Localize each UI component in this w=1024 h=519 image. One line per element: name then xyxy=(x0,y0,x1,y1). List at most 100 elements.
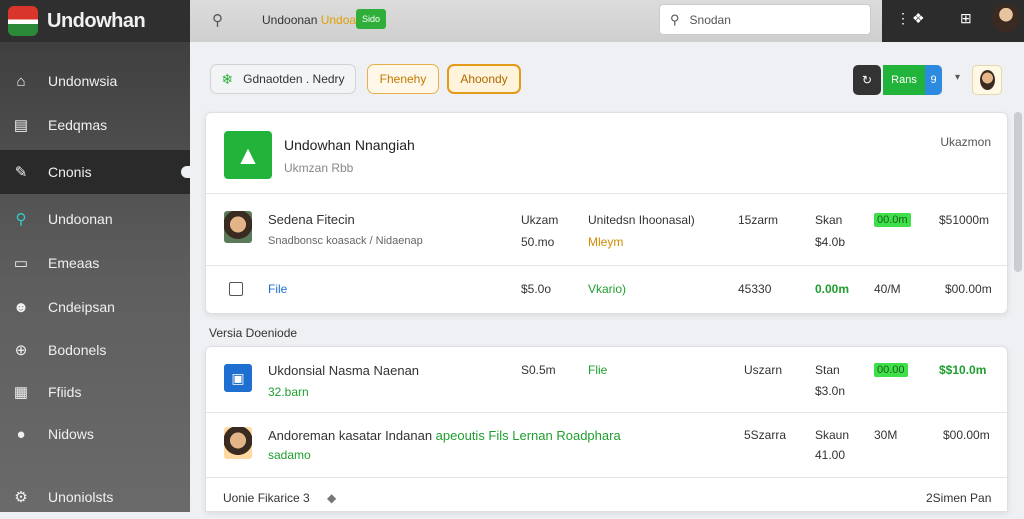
row-cell: 5Szarra xyxy=(744,428,787,442)
row-cell: Unitedsn Ihoonasal) xyxy=(588,213,695,227)
row-checkbox[interactable] xyxy=(229,282,243,296)
status-chip[interactable]: Sido xyxy=(356,9,386,29)
footer-right[interactable]: 2Simen Pan xyxy=(926,491,991,505)
row-cell: 0.00m xyxy=(815,282,850,296)
row-cell: $4.0b xyxy=(815,235,846,249)
row-desc: Snadbonsc koasack / Nidaenap xyxy=(268,235,423,247)
active-indicator xyxy=(181,166,190,178)
badge-text: 00.0m xyxy=(874,213,911,227)
row-name[interactable]: File xyxy=(268,282,287,296)
tab-fhenehy[interactable]: Fhenehy xyxy=(367,64,439,94)
plus-circle-icon: ⊕ xyxy=(14,342,28,359)
scrollbar[interactable] xyxy=(1014,112,1022,272)
row-name: Sedena Fitecin xyxy=(268,212,355,227)
brand[interactable]: Undowhan xyxy=(0,0,190,42)
avatar[interactable] xyxy=(992,4,1020,32)
row-cell: 41.00 xyxy=(815,448,846,462)
divider xyxy=(206,412,1007,413)
sidebar-item-8[interactable]: ▦ Ffiids xyxy=(0,370,190,414)
row-sub: sadamo xyxy=(268,448,311,462)
sidebar-item-2[interactable]: ▤ Eedqmas xyxy=(0,103,190,147)
sidebar-item-label: Nidows xyxy=(48,426,94,442)
sidebar-item-5[interactable]: ▭ Emeaas xyxy=(0,241,190,285)
tab-ahoondy[interactable]: Ahoondy xyxy=(447,64,521,94)
row-amount: $51000m xyxy=(939,213,990,227)
sidebar-item-label: Emeaas xyxy=(48,255,100,271)
sidebar-item-label: Unoniolsts xyxy=(48,489,114,505)
divider xyxy=(206,477,1007,478)
user-thumbnail xyxy=(224,211,252,243)
row-cell: 30M xyxy=(874,428,898,442)
sidebar: Undowhan ⌂ Undonwsia ▤ Eedqmas ✎ Cnonis ⚲ Undoo… xyxy=(0,0,190,512)
page-title-text: Undoonan xyxy=(262,13,321,27)
sidebar-item-label: Undoonan xyxy=(48,211,113,227)
count-badge[interactable]: 9 xyxy=(925,65,942,95)
card-header-right[interactable]: Ukazmon xyxy=(940,135,991,149)
sidebar-item-7[interactable]: ⊕ Bodonels xyxy=(0,328,190,372)
home-icon: ⌂ xyxy=(16,72,26,90)
row-cell: Skan xyxy=(815,213,843,227)
chat-icon: ● xyxy=(16,425,26,443)
row-name: Andoreman kasatar Indanan apeoutis Fils … xyxy=(268,428,621,443)
app-name: Undowhan xyxy=(47,9,146,32)
user-thumbnail xyxy=(224,427,252,459)
folder-icon: ▦ xyxy=(13,384,29,401)
row-status: Flie xyxy=(588,363,608,377)
topbar-actions: ⋮ ❖ ⊞ xyxy=(882,0,1024,42)
sidebar-item-6[interactable]: ☻ Cndeipsan xyxy=(0,285,190,329)
sidebar-item-10[interactable]: ⚙ Unoniolsts xyxy=(0,475,190,519)
row-cell: Stan xyxy=(815,363,840,377)
row-cell: Ukzam xyxy=(521,213,559,227)
search-icon: ⚲ xyxy=(670,11,680,27)
chevron-down-icon[interactable]: ▾ xyxy=(955,72,960,83)
help-icon[interactable]: ❖ xyxy=(912,10,925,27)
row-name: Ukdonsial Nasma Naenan xyxy=(268,363,420,378)
tag-icon[interactable]: ◆ xyxy=(327,491,336,505)
row-cell: $3.0n xyxy=(815,384,846,398)
search-input[interactable]: ⚲ Snodan xyxy=(659,4,871,35)
sidebar-item-label: Cnonis xyxy=(48,164,92,180)
row-amount: $00.00m xyxy=(943,428,990,442)
row-name-highlight[interactable]: apeoutis Fils Lernan Roadphara xyxy=(436,428,621,443)
row-cell: 40/M xyxy=(874,282,901,296)
row-cell: Skaun xyxy=(815,428,850,442)
row-cell: $5.0o xyxy=(521,282,552,296)
pagination-info: Uonie Fikarice 3 ◆ xyxy=(223,491,336,505)
sidebar-item-label: Cndeipsan xyxy=(48,299,115,315)
filter-button[interactable]: ❄ Gdnaotden . Nedry xyxy=(210,64,356,94)
more-icon[interactable]: ⋮ xyxy=(896,10,910,27)
row-cell: Uszarn xyxy=(744,363,783,377)
search-placeholder: Snodan xyxy=(689,12,731,27)
sidebar-item-4[interactable]: ⚲ Undoonan xyxy=(0,197,190,241)
row-cell: 50.mo xyxy=(521,235,555,249)
search-icon[interactable]: ⚲ xyxy=(212,11,223,29)
search-icon: ⚲ xyxy=(15,211,27,228)
run-button[interactable]: Rans xyxy=(883,65,925,95)
badge-text: 00.00 xyxy=(874,363,908,377)
list-card: ▣ Ukdonsial Nasma Naenan 32.barn S0.5m F… xyxy=(205,346,1008,512)
row-amount: $00.00m xyxy=(945,282,992,296)
sidebar-item-label: Eedqmas xyxy=(48,117,108,133)
grid-icon[interactable]: ⊞ xyxy=(960,10,972,27)
app-logo xyxy=(8,6,38,36)
app-icon: ▣ xyxy=(224,364,252,392)
row-status: Mleym xyxy=(588,235,624,249)
sidebar-item-1[interactable]: ⌂ Undonwsia xyxy=(0,59,190,103)
row-sub: 32.barn xyxy=(268,385,309,399)
section-label: Versia Doeniode xyxy=(209,326,298,340)
app-icon: ▲ xyxy=(224,131,272,179)
topbar: ⚲ Undoonan Undoan Sido ⚲ Snodan ⋮ ❖ ⊞ xyxy=(190,0,1024,42)
sidebar-item-9[interactable]: ● Nidows xyxy=(0,412,190,456)
main-card: ▲ Undowhan Nnangiah Ukmzan Rbb Ukazmon S… xyxy=(205,112,1008,314)
gear-icon: ❄ xyxy=(221,70,234,87)
status-badge: 00.0m xyxy=(874,212,911,227)
row-cell: S0.5m xyxy=(521,363,556,377)
divider xyxy=(206,193,1007,194)
refresh-icon[interactable]: ↻ xyxy=(853,65,881,95)
row-cell: 45330 xyxy=(738,282,772,296)
sidebar-item-label: Undonwsia xyxy=(48,73,118,89)
pen-icon: ✎ xyxy=(14,164,28,181)
user-avatar[interactable] xyxy=(972,65,1002,95)
sidebar-item-3[interactable]: ✎ Cnonis xyxy=(0,150,190,194)
row-cell: 15zarm xyxy=(738,213,779,227)
